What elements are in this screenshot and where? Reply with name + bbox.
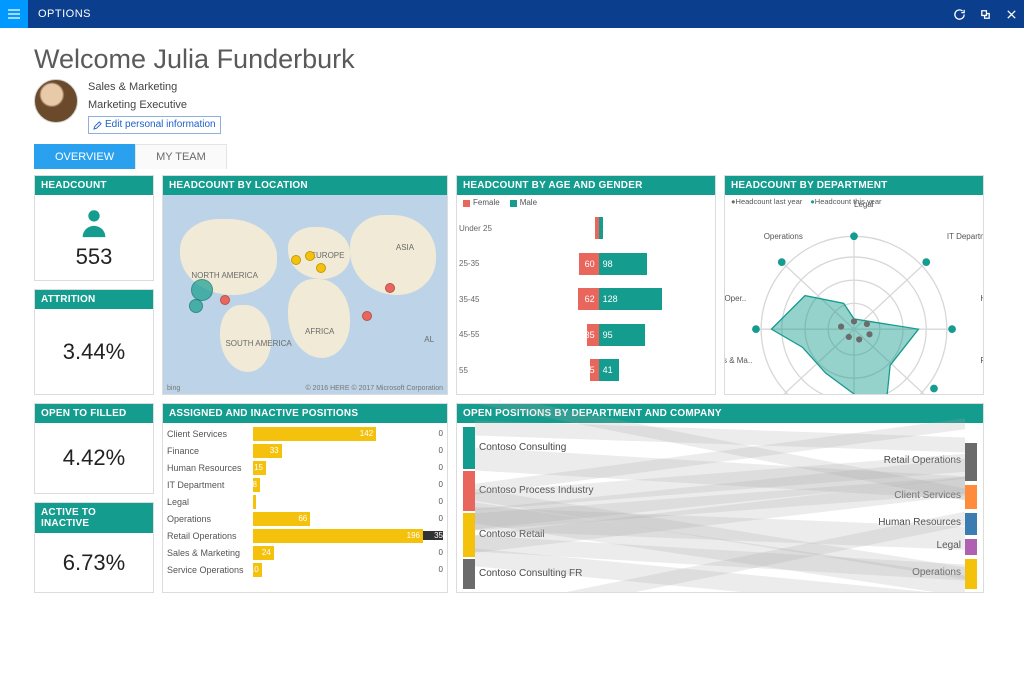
radar-chart: LegalIT DepartmentHuman Re..FinanceClien…: [725, 208, 983, 395]
map-provider: bing: [167, 385, 180, 392]
popout-icon: [979, 8, 992, 21]
sankey-source-node: [463, 559, 475, 589]
edit-link-label: Edit personal information: [105, 117, 216, 133]
tile-attrition[interactable]: ATTRITION 3.44%: [34, 289, 154, 395]
tab-overview[interactable]: OVERVIEW: [34, 144, 135, 169]
sankey-target-node: [965, 513, 977, 535]
radar-axis-label: Retail Oper..: [724, 294, 746, 303]
inactive-value: 0: [423, 514, 443, 523]
close-icon: [1005, 8, 1018, 21]
tile-header: HEADCOUNT: [35, 176, 153, 195]
map-label-eu: EUROPE: [311, 251, 345, 260]
sankey-target-node: [965, 485, 977, 509]
sankey-source-node: [463, 513, 475, 557]
tab-my-team[interactable]: MY TEAM: [135, 144, 227, 169]
popout-button[interactable]: [972, 1, 998, 27]
inactive-value: 0: [423, 480, 443, 489]
profile-role: Marketing Executive: [88, 97, 221, 115]
assigned-chart: Client Services 142 0Finance 33 0Human R…: [163, 423, 447, 592]
inactive-value: 0: [423, 463, 443, 472]
sankey-target-node: [965, 539, 977, 555]
map-label-as: ASIA: [396, 243, 414, 252]
inactive-value: 0: [423, 548, 443, 557]
tabs: OVERVIEW MY TEAM: [34, 144, 1008, 169]
dept-name: IT Department: [167, 480, 253, 490]
radar-axis-label: Human Re..: [980, 294, 984, 303]
inactive-value: 0: [423, 497, 443, 506]
inactive-value: 0: [423, 429, 443, 438]
dept-name: Legal: [167, 497, 253, 507]
radar-axis-label: Sales & Ma..: [724, 356, 752, 365]
radar-axis-label: Finance: [980, 356, 984, 365]
world-map[interactable]: NORTH AMERICA SOUTH AMERICA EUROPE AFRIC…: [163, 195, 447, 394]
sankey-target-node: [965, 559, 977, 589]
refresh-icon: [953, 8, 966, 21]
tile-header: HEADCOUNT BY LOCATION: [163, 176, 447, 195]
app-titlebar: OPTIONS: [0, 0, 1024, 28]
map-label-sa: SOUTH AMERICA: [225, 339, 291, 348]
tile-headcount[interactable]: HEADCOUNT 553: [34, 175, 154, 281]
radar-axis-label: IT Department: [947, 232, 984, 241]
map-copyright: © 2016 HERE © 2017 Microsoft Corporation: [305, 385, 443, 392]
tile-open-positions[interactable]: OPEN POSITIONS BY DEPARTMENT AND COMPANY…: [456, 403, 984, 593]
active-to-inactive-value: 6.73%: [63, 550, 125, 576]
open-to-filled-value: 4.42%: [63, 445, 125, 471]
page-title: Welcome Julia Funderburk: [34, 44, 1008, 75]
tile-headcount-by-department[interactable]: HEADCOUNT BY DEPARTMENT ●Headcount last …: [724, 175, 984, 395]
tile-header: ACTIVE TO INACTIVE: [35, 503, 153, 533]
sankey-chart: Contoso ConsultingContoso Process Indust…: [457, 423, 983, 592]
age-category: 35-45: [459, 295, 505, 304]
tile-active-to-inactive[interactable]: ACTIVE TO INACTIVE 6.73%: [34, 502, 154, 593]
sankey-target-node: [965, 443, 977, 481]
person-icon: [77, 206, 111, 240]
inactive-value: 0: [423, 565, 443, 574]
radar-axis-label: Operations: [764, 232, 803, 241]
age-category: 55: [459, 366, 505, 375]
dept-name: Operations: [167, 514, 253, 524]
map-label-al: AL: [424, 335, 434, 344]
tile-header: ASSIGNED AND INACTIVE POSITIONS: [163, 404, 447, 423]
headcount-value: 553: [76, 244, 113, 270]
age-category: 45-55: [459, 330, 505, 339]
profile-block: Sales & Marketing Marketing Executive Ed…: [34, 79, 1008, 136]
refresh-button[interactable]: [946, 1, 972, 27]
tile-assigned-inactive[interactable]: ASSIGNED AND INACTIVE POSITIONS Client S…: [162, 403, 448, 593]
tile-headcount-by-location[interactable]: HEADCOUNT BY LOCATION NORTH AMERICA SOUT…: [162, 175, 448, 395]
menu-button[interactable]: [0, 0, 28, 28]
inactive-value: 0: [423, 446, 443, 455]
avatar: [34, 79, 78, 123]
age-category: 25-35: [459, 259, 505, 268]
tile-header: OPEN TO FILLED: [35, 404, 153, 423]
tile-header: HEADCOUNT BY AGE AND GENDER: [457, 176, 715, 195]
chart-legend: Female Male: [457, 195, 715, 210]
inactive-value: 35: [423, 531, 443, 540]
map-label-af: AFRICA: [305, 327, 334, 336]
age-category: Under 25: [459, 224, 505, 233]
tile-headcount-by-age-gender[interactable]: HEADCOUNT BY AGE AND GENDER Female Male …: [456, 175, 716, 395]
profile-department: Sales & Marketing: [88, 79, 221, 97]
tile-header: HEADCOUNT BY DEPARTMENT: [725, 176, 983, 195]
tile-header: ATTRITION: [35, 290, 153, 309]
hamburger-icon: [7, 7, 21, 21]
dept-name: Human Resources: [167, 463, 253, 473]
dept-name: Sales & Marketing: [167, 548, 253, 558]
close-button[interactable]: [998, 1, 1024, 27]
dept-name: Finance: [167, 446, 253, 456]
attrition-value: 3.44%: [63, 339, 125, 365]
sankey-source-node: [463, 427, 475, 469]
radar-axis-label: Legal: [854, 200, 874, 209]
dept-name: Client Services: [167, 429, 253, 439]
pencil-icon: [93, 121, 102, 130]
ribbon-tab-options[interactable]: OPTIONS: [38, 8, 91, 20]
tile-open-to-filled[interactable]: OPEN TO FILLED 4.42%: [34, 403, 154, 494]
age-gender-chart: Under 25 1 425-35 60 9835-45 62 12845-55…: [457, 210, 715, 394]
sankey-source-node: [463, 471, 475, 511]
dept-name: Retail Operations: [167, 531, 253, 541]
dept-name: Service Operations: [167, 565, 253, 575]
edit-personal-info-link[interactable]: Edit personal information: [88, 116, 221, 134]
